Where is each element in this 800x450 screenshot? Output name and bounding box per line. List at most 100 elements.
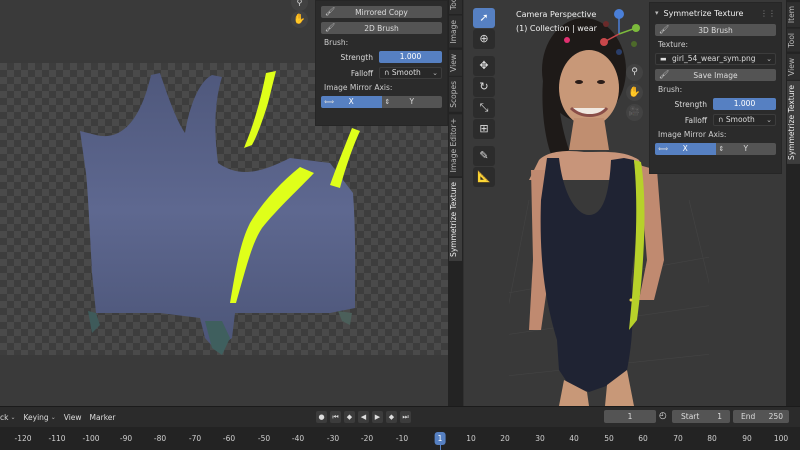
texture-section-label: Texture: (658, 40, 688, 49)
brush-icon: 🖌 (659, 70, 670, 79)
curve-icon: ∩ (384, 68, 392, 77)
frame-tick: -110 (48, 434, 66, 443)
mirror-x-icon: ⟺ (324, 98, 335, 106)
camera-icon[interactable]: 🎥 (626, 104, 643, 121)
record-icon[interactable]: ● (316, 411, 327, 423)
tab-symmetrize-texture[interactable]: Symmetrize Texture (449, 178, 462, 262)
frame-tick: -30 (326, 434, 340, 443)
image-editor[interactable]: ✋ ⚲ 🖌 Mirrored Copy 🖌 2D Brush Brush: St… (0, 0, 463, 406)
frame-tick: 80 (707, 434, 717, 443)
frame-tick: 60 (638, 434, 648, 443)
frame-tick: -10 (395, 434, 409, 443)
jump-start-icon[interactable]: ⏮ (330, 411, 341, 423)
3d-brush-button[interactable]: 🖌 3D Brush (655, 24, 776, 36)
mirror-axis-toggle: ⟺ X ⇕ Y (655, 143, 776, 155)
curve-icon: ∩ (718, 115, 726, 124)
2d-brush-button[interactable]: 🖌 2D Brush (321, 22, 442, 34)
tab-scopes[interactable]: Scopes (449, 77, 462, 113)
view-menu[interactable]: View (64, 413, 82, 422)
tab-image[interactable]: Image (449, 16, 462, 48)
tab-tool[interactable]: Tool (786, 29, 800, 52)
move-icon[interactable]: ✥ (473, 56, 495, 76)
keying-menu[interactable]: Keying ⌄ (24, 413, 56, 422)
strength-field[interactable]: 1.000 (713, 98, 776, 110)
frame-tick: 70 (673, 434, 683, 443)
falloff-dropdown[interactable]: ∩ Smooth ⌄ (713, 114, 776, 126)
axis-x-button[interactable]: ⟺ X (655, 143, 716, 155)
camera-label: Camera Perspective (516, 10, 597, 19)
playback-controls: ● ⏮ ◆ ◀ ▶ ◆ ⏭ (316, 411, 411, 423)
frame-tick: 50 (604, 434, 614, 443)
navigation-gizmo[interactable] (594, 6, 644, 56)
current-frame-field[interactable]: 1 (604, 410, 656, 423)
tab-item[interactable]: Item (786, 2, 800, 28)
annotate-icon[interactable]: ✎ (473, 146, 495, 166)
frame-tick: 40 (569, 434, 579, 443)
measure-icon[interactable]: 📐 (473, 167, 495, 187)
brush-icon: 🖌 (325, 7, 336, 16)
tab-view[interactable]: View (449, 49, 462, 76)
texture-selector[interactable]: ▬ girl_54_wear_sym.png ⌄ (655, 53, 776, 65)
tab-image-editor-plus[interactable]: Image Editor+ (449, 114, 462, 177)
frame-tick: 90 (742, 434, 752, 443)
mirror-axis-label: Image Mirror Axis: (658, 130, 727, 139)
frame-tick: 10 (466, 434, 476, 443)
zoom-icon[interactable]: ⚲ (626, 64, 643, 81)
frame-ruler[interactable]: -120 -110 -100 -90 -80 -70 -60 -50 -40 -… (0, 427, 800, 450)
frame-tick: -80 (153, 434, 167, 443)
image-editor-tabs: Tool Image View Scopes Image Editor+ Sym… (448, 0, 463, 406)
strength-label: Strength (674, 99, 707, 109)
chevron-down-icon: ⌄ (50, 413, 56, 421)
symmetrize-texture-panel: ▾ Symmetrize Texture ⋮⋮ 🖌 3D Brush Textu… (649, 2, 782, 174)
mirror-y-icon: ⇕ (384, 98, 391, 106)
chevron-down-icon: ⌄ (432, 69, 438, 77)
frame-tick: -90 (119, 434, 133, 443)
frame-tick: -70 (188, 434, 202, 443)
brush-section-label: Brush: (658, 85, 683, 94)
zoom-icon[interactable]: ⚲ (291, 0, 308, 11)
3d-viewport[interactable]: ➚ ⊕ ✥ ↻ ⤡ ⊞ ✎ 📐 Camera Perspective (1) C… (464, 0, 800, 406)
chevron-down-icon: ⌄ (10, 413, 16, 421)
jump-end-icon[interactable]: ⏭ (400, 411, 411, 423)
mirrored-copy-button[interactable]: 🖌 Mirrored Copy (321, 6, 442, 18)
prev-keyframe-icon[interactable]: ◆ (344, 411, 355, 423)
viewport-info: Camera Perspective (1) Collection | wear (516, 8, 597, 36)
hand-pan-icon[interactable]: ✋ (626, 84, 643, 101)
tab-tool[interactable]: Tool (449, 0, 462, 14)
axis-x-button[interactable]: ⟺ X (321, 96, 382, 108)
frame-tick: -20 (360, 434, 374, 443)
panel-header[interactable]: ▾ Symmetrize Texture ⋮⋮ (655, 6, 776, 20)
select-cursor-icon[interactable]: ➚ (473, 8, 495, 28)
transform-icon[interactable]: ⊞ (473, 119, 495, 139)
start-frame-field[interactable]: Start 1 (672, 410, 730, 423)
save-image-button[interactable]: 🖌 Save Image (655, 69, 776, 81)
frame-tick: 100 (773, 434, 789, 443)
frame-tick: 20 (500, 434, 510, 443)
cursor-3d-icon[interactable]: ⊕ (473, 29, 495, 49)
tab-view[interactable]: View (786, 53, 800, 80)
clock-icon[interactable]: ◴ (659, 411, 667, 421)
marker-menu[interactable]: Marker (90, 413, 116, 422)
frame-tick: 30 (535, 434, 545, 443)
rotate-icon[interactable]: ↻ (473, 77, 495, 97)
play-icon[interactable]: ▶ (372, 411, 383, 423)
hand-pan-icon[interactable]: ✋ (291, 11, 308, 28)
brush-icon: 🖌 (325, 23, 336, 32)
current-frame-indicator[interactable]: 1 (434, 432, 446, 445)
tab-symmetrize-texture[interactable]: Symmetrize Texture (786, 81, 800, 165)
chevron-down-icon: ▾ (655, 9, 659, 17)
falloff-dropdown[interactable]: ∩ Smooth ⌄ (379, 67, 442, 79)
brush-icon: 🖌 (659, 25, 670, 34)
axis-y-button[interactable]: ⇕ Y (381, 96, 442, 108)
playback-menu[interactable]: ck ⌄ (0, 413, 16, 422)
drag-grip-icon[interactable]: ⋮⋮ (760, 9, 776, 18)
strength-label: Strength (340, 52, 373, 62)
axis-y-button[interactable]: ⇕ Y (715, 143, 776, 155)
chevron-down-icon: ⌄ (766, 116, 772, 124)
play-reverse-icon[interactable]: ◀ (358, 411, 369, 423)
scale-icon[interactable]: ⤡ (473, 98, 495, 118)
mirror-x-icon: ⟺ (658, 145, 669, 153)
end-frame-field[interactable]: End 250 (733, 410, 789, 423)
next-keyframe-icon[interactable]: ◆ (386, 411, 397, 423)
strength-field[interactable]: 1.000 (379, 51, 442, 63)
